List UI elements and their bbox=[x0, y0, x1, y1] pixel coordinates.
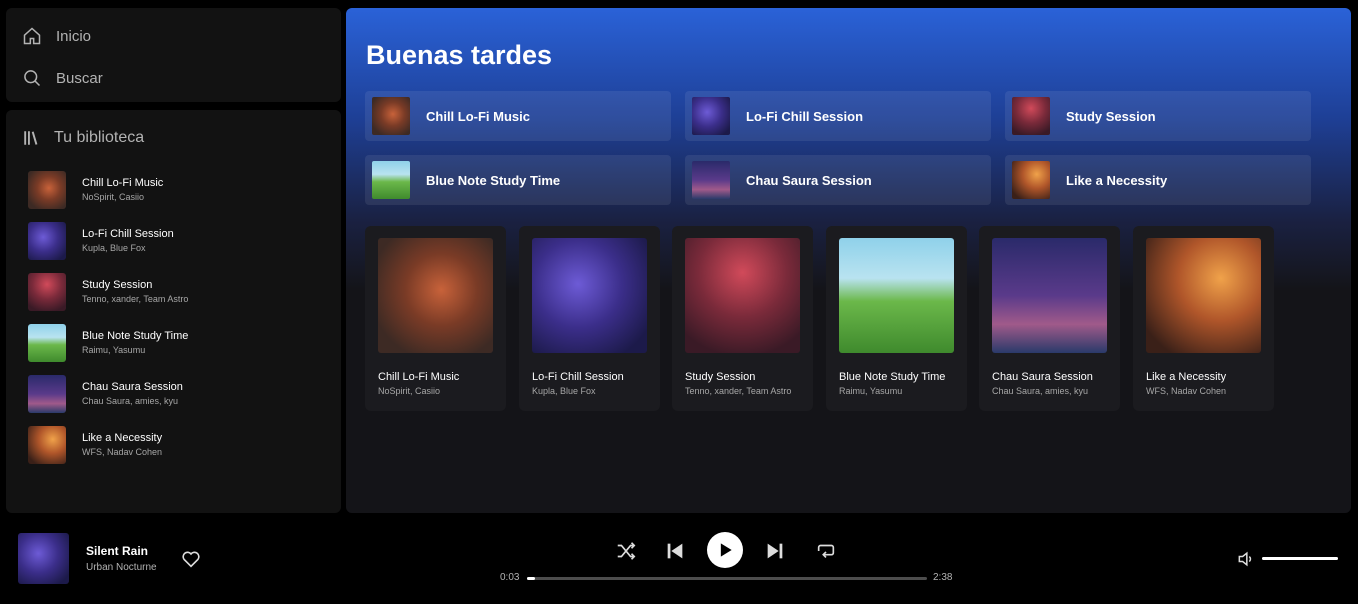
app: Inicio Buscar Tu biblioteca Chill Lo-Fi … bbox=[0, 0, 1358, 604]
elapsed-time: 0:03 bbox=[500, 572, 520, 583]
now-playing-artist[interactable]: Urban Nocturne bbox=[86, 562, 157, 573]
library-item-title: Chill Lo-Fi Music bbox=[82, 177, 164, 189]
library-item-cover bbox=[28, 221, 66, 260]
nav-search[interactable]: Buscar bbox=[22, 64, 325, 92]
quick-pick-cover bbox=[692, 97, 730, 135]
library-item-title: Blue Note Study Time bbox=[82, 330, 189, 342]
playlist-card-cover bbox=[839, 238, 954, 353]
playlist-card-cover bbox=[378, 238, 493, 353]
library-item-artists: Tenno, xander, Team Astro bbox=[82, 294, 189, 304]
quick-pick[interactable]: Chau Saura Session bbox=[685, 155, 991, 205]
page-title: Buenas tardes bbox=[366, 40, 553, 70]
playlist-card-cover bbox=[685, 238, 800, 353]
playlist-card-artists: Raimu, Yasumu bbox=[839, 386, 903, 396]
quick-pick-title: Lo-Fi Chill Session bbox=[746, 108, 864, 124]
quick-pick-title: Chill Lo-Fi Music bbox=[426, 108, 530, 124]
playlist-card[interactable]: Chau Saura Session Chau Saura, amies, ky… bbox=[979, 226, 1120, 411]
library-item-title: Chau Saura Session bbox=[82, 381, 183, 393]
library-item[interactable]: Chill Lo-Fi Music NoSpirit, Casiio bbox=[22, 164, 325, 215]
progress-fill bbox=[527, 577, 535, 580]
player-bar: Silent Rain Urban Nocturne 0:03 2:38 bbox=[0, 518, 1358, 604]
heart-icon[interactable] bbox=[180, 548, 202, 570]
playlist-card-artists: Tenno, xander, Team Astro bbox=[685, 386, 792, 396]
playlist-card-artists: Kupla, Blue Fox bbox=[532, 386, 596, 396]
quick-pick-cover bbox=[372, 161, 410, 199]
sidebar-library: Tu biblioteca Chill Lo-Fi Music NoSpirit,… bbox=[6, 110, 341, 513]
playlist-card-artists: WFS, Nadav Cohen bbox=[1146, 386, 1227, 396]
playlist-card-title: Lo-Fi Chill Session bbox=[532, 371, 624, 383]
quick-pick-cover bbox=[692, 161, 730, 199]
volume-icon[interactable] bbox=[1236, 549, 1256, 569]
playlist-card[interactable]: Lo-Fi Chill Session Kupla, Blue Fox bbox=[519, 226, 660, 411]
playlist-card-title: Chill Lo-Fi Music bbox=[378, 371, 460, 383]
library-item-cover bbox=[28, 323, 66, 362]
library-item-artists: Kupla, Blue Fox bbox=[82, 243, 146, 253]
next-icon[interactable] bbox=[764, 540, 786, 562]
library-item[interactable]: Blue Note Study Time Raimu, Yasumu bbox=[22, 317, 325, 368]
playlist-card-title: Study Session bbox=[685, 371, 756, 383]
playlist-card-artists: NoSpirit, Casiio bbox=[378, 386, 441, 396]
library-item-title: Lo-Fi Chill Session bbox=[82, 228, 174, 240]
playlist-card-title: Blue Note Study Time bbox=[839, 371, 946, 383]
playlist-card-cover bbox=[532, 238, 647, 353]
quick-pick[interactable]: Like a Necessity bbox=[1005, 155, 1311, 205]
playlist-card[interactable]: Blue Note Study Time Raimu, Yasumu bbox=[826, 226, 967, 411]
quick-pick-title: Like a Necessity bbox=[1066, 172, 1168, 188]
playlist-card[interactable]: Chill Lo-Fi Music NoSpirit, Casiio bbox=[365, 226, 506, 411]
library-item-title: Study Session bbox=[82, 279, 153, 291]
repeat-icon[interactable] bbox=[815, 540, 837, 562]
library-item[interactable]: Like a Necessity WFS, Nadav Cohen bbox=[22, 419, 325, 470]
quick-pick[interactable]: Lo-Fi Chill Session bbox=[685, 91, 991, 141]
library-item-cover bbox=[28, 425, 66, 464]
now-playing-title[interactable]: Silent Rain bbox=[86, 544, 148, 558]
playlist-card[interactable]: Like a Necessity WFS, Nadav Cohen bbox=[1133, 226, 1274, 411]
home-icon bbox=[23, 27, 41, 45]
play-icon bbox=[720, 543, 732, 557]
quick-pick[interactable]: Study Session bbox=[1005, 91, 1311, 141]
library-item-cover bbox=[28, 170, 66, 209]
library-item-artists: WFS, Nadav Cohen bbox=[82, 447, 163, 457]
library-item-title: Like a Necessity bbox=[82, 432, 163, 444]
quick-pick[interactable]: Blue Note Study Time bbox=[365, 155, 671, 205]
previous-icon[interactable] bbox=[664, 540, 686, 562]
search-icon bbox=[24, 70, 41, 87]
quick-pick-cover bbox=[1012, 161, 1050, 199]
quick-pick-title: Chau Saura Session bbox=[746, 172, 872, 188]
quick-pick-cover bbox=[372, 97, 410, 135]
playlist-card-title: Chau Saura Session bbox=[992, 371, 1093, 383]
library-item[interactable]: Chau Saura Session Chau Saura, amies, kyu bbox=[22, 368, 325, 419]
main-content: Buenas tardes Chill Lo-Fi Music Lo-Fi Ch… bbox=[346, 8, 1351, 513]
volume-fill bbox=[1262, 557, 1338, 560]
nav-home[interactable]: Inicio bbox=[22, 22, 325, 50]
progress-bar[interactable] bbox=[527, 577, 927, 580]
now-playing-cover[interactable] bbox=[18, 533, 69, 584]
quick-pick[interactable]: Chill Lo-Fi Music bbox=[365, 91, 671, 141]
library-header[interactable]: Tu biblioteca bbox=[22, 124, 325, 152]
playlist-card-title: Like a Necessity bbox=[1146, 371, 1227, 383]
nav-home-label: Inicio bbox=[56, 27, 92, 45]
library-item[interactable]: Study Session Tenno, xander, Team Astro bbox=[22, 266, 325, 317]
playlist-card[interactable]: Study Session Tenno, xander, Team Astro bbox=[672, 226, 813, 411]
library-icon bbox=[24, 131, 38, 145]
quick-pick-cover bbox=[1012, 97, 1050, 135]
nav-search-label: Buscar bbox=[56, 69, 103, 87]
duration-time: 2:38 bbox=[933, 572, 953, 583]
shuffle-icon[interactable] bbox=[615, 540, 637, 562]
playlist-card-cover bbox=[1146, 238, 1261, 353]
library-item-artists: Chau Saura, amies, kyu bbox=[82, 396, 179, 406]
library-item-artists: Raimu, Yasumu bbox=[82, 345, 146, 355]
library-item-cover bbox=[28, 272, 66, 311]
quick-pick-title: Study Session bbox=[1066, 108, 1156, 124]
play-button[interactable] bbox=[707, 532, 743, 568]
library-item[interactable]: Lo-Fi Chill Session Kupla, Blue Fox bbox=[22, 215, 325, 266]
library-title: Tu biblioteca bbox=[54, 129, 145, 146]
library-item-artists: NoSpirit, Casiio bbox=[82, 192, 145, 202]
sidebar-nav: Inicio Buscar bbox=[6, 8, 341, 102]
volume-slider[interactable] bbox=[1262, 557, 1338, 560]
playlist-card-cover bbox=[992, 238, 1107, 353]
quick-pick-title: Blue Note Study Time bbox=[426, 172, 561, 188]
library-item-cover bbox=[28, 374, 66, 413]
playlist-card-artists: Chau Saura, amies, kyu bbox=[992, 386, 1089, 396]
